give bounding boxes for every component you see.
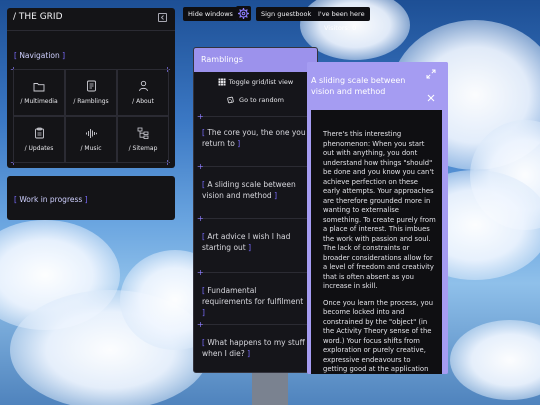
article-paragraph: Once you learn the process, you become l… xyxy=(323,298,434,374)
work-in-progress-heading: [ Work in progress ] xyxy=(14,195,88,204)
nav-item-multimedia[interactable]: / Multimedia xyxy=(13,69,65,116)
ramblings-header[interactable]: Ramblings xyxy=(194,48,317,72)
list-item[interactable]: + [ What happens to my stuff when I die?… xyxy=(197,320,311,372)
go-to-random-button[interactable]: Go to random xyxy=(194,93,317,107)
user-icon xyxy=(138,80,148,92)
plus-marker-icon: + xyxy=(197,320,204,329)
folder-icon xyxy=(33,82,45,91)
close-icon[interactable] xyxy=(427,94,435,102)
hide-windows-button[interactable]: Hide windows xyxy=(183,7,238,21)
nav-item-ramblings[interactable]: / Ramblings xyxy=(65,69,117,116)
article-paragraph: There's this interesting phenomenon: Whe… xyxy=(323,130,436,290)
nav-item-label: / Music xyxy=(80,144,102,152)
article-title: A sliding scale between vision and metho… xyxy=(311,76,406,96)
shuffle-icon xyxy=(227,96,234,104)
audio-wave-icon xyxy=(85,128,97,138)
grid-panel: / THE GRID [ Navigation ] + + + + / Mult… xyxy=(7,8,175,168)
toggle-grid-list-button[interactable]: Toggle grid/list view xyxy=(194,75,317,89)
plus-marker-icon: + xyxy=(197,112,204,121)
ramblings-list: + [ The core you, the one you return to … xyxy=(197,112,311,372)
grid-toggle-icon xyxy=(218,78,226,86)
plus-marker-icon: + xyxy=(197,162,204,171)
grid-panel-title: / THE GRID xyxy=(13,12,63,22)
plus-marker-icon: + xyxy=(197,214,204,223)
list-item[interactable]: + [ A sliding scale between vision and m… xyxy=(197,162,311,216)
nav-item-label: / Ramblings xyxy=(73,98,109,105)
list-item[interactable]: + [ Art advice I wish I had starting out… xyxy=(197,214,311,270)
navigation-heading: [ Navigation ] xyxy=(14,51,66,60)
gear-icon xyxy=(238,8,249,19)
nav-item-updates[interactable]: / Updates xyxy=(13,116,65,163)
grid-panel-header: / THE GRID xyxy=(7,8,175,28)
expand-icon[interactable] xyxy=(426,69,436,79)
list-item[interactable]: + [ Fundamental requirements for fulfilm… xyxy=(197,268,311,322)
ramblings-window: Ramblings Toggle grid/list view Go to ra… xyxy=(193,47,318,373)
article-body: There's this interesting phenomenon: Whe… xyxy=(311,110,442,374)
document-icon xyxy=(86,80,96,92)
navigation-grid: / Multimedia / Ramblings / About / Updat… xyxy=(13,69,169,163)
visitor-count: Visitors: 0 xyxy=(324,24,357,32)
figure-silhouette xyxy=(252,360,288,405)
nav-item-music[interactable]: / Music xyxy=(65,116,117,163)
list-item[interactable]: + [ The core you, the one you return to … xyxy=(197,112,311,164)
nav-item-sitemap[interactable]: / Sitemap xyxy=(117,116,169,163)
nav-item-label: / Updates xyxy=(24,145,54,152)
plus-marker-icon: + xyxy=(197,268,204,277)
clipboard-icon xyxy=(34,127,44,139)
divider xyxy=(7,30,175,31)
article-header[interactable]: A sliding scale between vision and metho… xyxy=(307,62,448,108)
article-window: A sliding scale between vision and metho… xyxy=(307,62,448,374)
sitemap-icon xyxy=(137,127,149,139)
work-in-progress-panel: [ Work in progress ] xyxy=(7,176,175,220)
nav-item-label: / Multimedia xyxy=(20,97,58,105)
settings-button[interactable] xyxy=(236,6,251,21)
ramblings-title: Ramblings xyxy=(201,55,243,64)
nav-item-about[interactable]: / About xyxy=(117,69,169,116)
nav-item-label: / About xyxy=(132,98,154,105)
been-here-button[interactable]: I've been here xyxy=(313,7,370,21)
collapse-left-icon[interactable] xyxy=(158,13,167,22)
sign-guestbook-button[interactable]: Sign guestbook xyxy=(256,7,317,21)
nav-item-label: / Sitemap xyxy=(128,145,158,152)
